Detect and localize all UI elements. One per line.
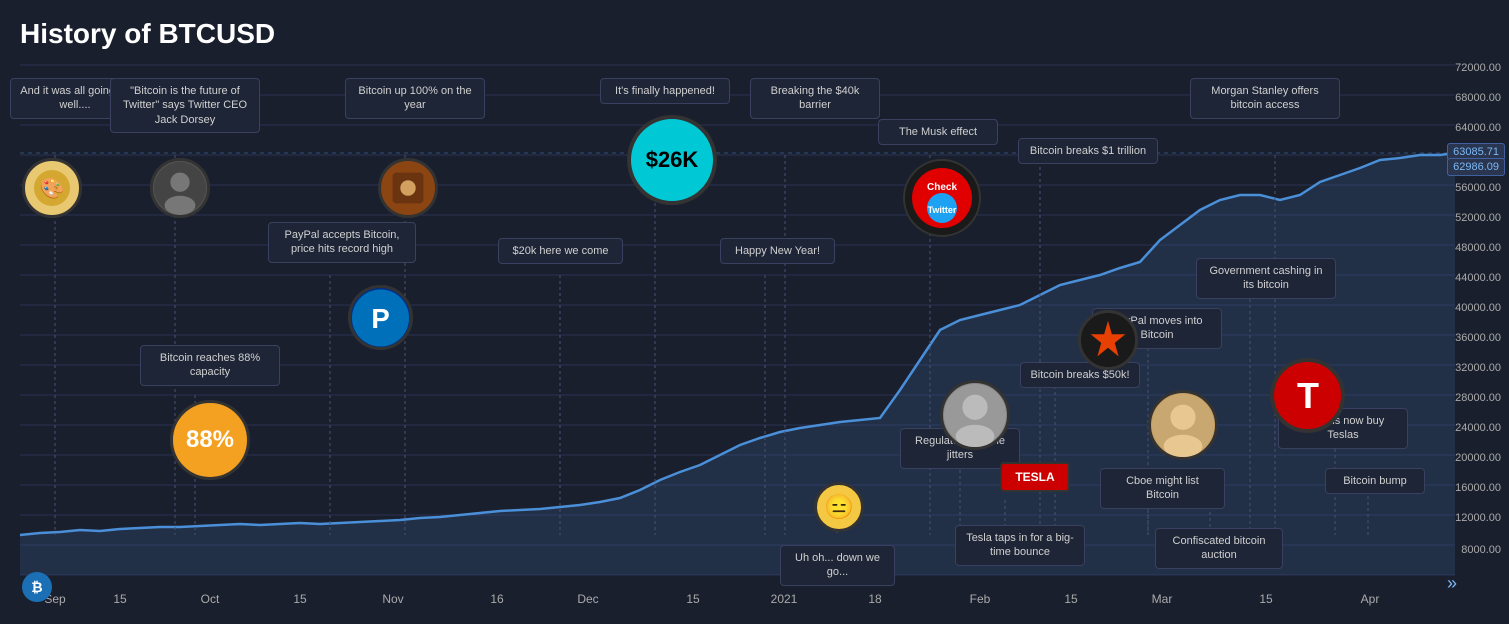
annotation-btc-100pct: Bitcoin up 100% on the year: [345, 78, 485, 119]
y-label-16000: 16000.00: [1455, 482, 1501, 494]
annotation-jack-dorsey: "Bitcoin is the future of Twitter" says …: [110, 78, 260, 133]
annotation-1-trillion: Bitcoin breaks $1 trillion: [1018, 138, 1158, 164]
y-label-56000: 56000.00: [1455, 182, 1501, 194]
annotation-uh-oh: Uh oh... down we go...: [780, 545, 895, 586]
x-label-15-3: 15: [686, 592, 699, 606]
annotation-bitcoin-bump: Bitcoin bump: [1325, 468, 1425, 494]
y-label-64000: 64000.00: [1455, 122, 1501, 134]
y-label-8000: 8000.00: [1461, 544, 1501, 556]
y-label-48000: 48000.00: [1455, 242, 1501, 254]
x-label-mar: Mar: [1152, 592, 1173, 606]
annotation-morgan-stanley: Morgan Stanley offers bitcoin access: [1190, 78, 1340, 119]
dorsey-icon: [153, 160, 207, 216]
y-label-52000: 52000.00: [1455, 212, 1501, 224]
y-label-40000: 40000.00: [1455, 302, 1501, 314]
annotation-40k: Breaking the $40k barrier: [750, 78, 880, 119]
paypal-moves-icon: [1078, 310, 1138, 370]
y-label-12000: 12000.00: [1455, 512, 1501, 524]
svg-text:P: P: [371, 302, 389, 333]
annotation-happy-new-year: Happy New Year!: [720, 238, 835, 264]
x-label-15-4: 15: [1064, 592, 1077, 606]
x-label-apr: Apr: [1361, 592, 1380, 606]
scroll-right-button[interactable]: »: [1447, 573, 1457, 594]
annotation-tesla-taps: Tesla taps in for a big-time bounce: [955, 525, 1085, 566]
y-label-24000: 24000.00: [1455, 422, 1501, 434]
btc-logo: ₿: [22, 572, 52, 602]
uh-oh-icon: 😑: [814, 482, 864, 532]
gov-icon: [1148, 390, 1218, 460]
x-label-15-2: 15: [293, 592, 306, 606]
y-label-68000: 68000.00: [1455, 92, 1501, 104]
annotation-paypal-accepts: PayPal accepts Bitcoin, price hits recor…: [268, 222, 416, 263]
y-label-72000: 72000.00: [1455, 62, 1501, 74]
x-label-16: 16: [490, 592, 503, 606]
current-price-2: 62986.09: [1447, 158, 1505, 176]
annotation-20k: $20k here we come: [498, 238, 623, 264]
annotation-confiscated: Confiscated bitcoin auction: [1155, 528, 1283, 569]
sep-icon: 🎨: [32, 168, 72, 208]
annotation-88-capacity: Bitcoin reaches 88% capacity: [140, 345, 280, 386]
y-label-44000: 44000.00: [1455, 272, 1501, 284]
y-label-28000: 28000.00: [1455, 392, 1501, 404]
x-label-dec: Dec: [577, 592, 598, 606]
paypal-icon: P: [351, 288, 410, 348]
x-label-15-5: 15: [1259, 592, 1272, 606]
y-label-36000: 36000.00: [1455, 332, 1501, 344]
annotation-cboe: Cboe might list Bitcoin: [1100, 468, 1225, 509]
88pct-icon: 88%: [170, 400, 250, 480]
x-label-feb: Feb: [970, 592, 991, 606]
chart-container: History of BTCUSD: [0, 0, 1509, 624]
y-label-32000: 32000.00: [1455, 362, 1501, 374]
x-label-2021: 2021: [771, 592, 798, 606]
svg-text:Twitter: Twitter: [928, 205, 957, 215]
annotation-finally: It's finally happened!: [600, 78, 730, 104]
x-label-18: 18: [868, 592, 881, 606]
btc-100-icon: [381, 160, 435, 216]
tesla-badge-icon: TESLA: [1000, 462, 1070, 492]
musk-twitter-icon: Check Twitter: [902, 158, 982, 238]
x-label-nov: Nov: [382, 592, 403, 606]
yellen-icon: [940, 380, 1010, 450]
tesla-logo-icon: T: [1270, 358, 1345, 433]
svg-text:T: T: [1297, 375, 1319, 416]
svg-text:🎨: 🎨: [40, 176, 65, 200]
x-label-oct: Oct: [201, 592, 220, 606]
svg-text:Check: Check: [927, 182, 957, 193]
annotation-government: Government cashing in its bitcoin: [1196, 258, 1336, 299]
y-label-20000: 20000.00: [1455, 452, 1501, 464]
x-label-15-1: 15: [113, 592, 126, 606]
26k-icon: $26K: [627, 115, 717, 205]
annotation-musk-effect: The Musk effect: [878, 119, 998, 145]
